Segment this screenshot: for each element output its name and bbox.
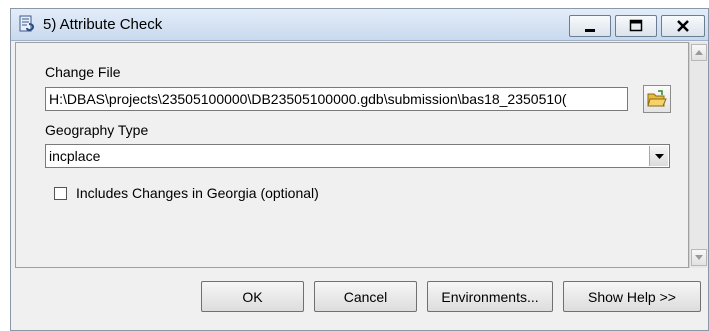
geography-type-select[interactable]: incplace [45,144,670,168]
browse-folder-button[interactable] [643,85,671,113]
environments-button[interactable]: Environments... [427,281,553,312]
dropdown-button[interactable] [649,146,668,166]
chevron-down-icon [654,153,664,159]
attribute-check-dialog: 5) Attribute Check Change File H:\DBAS\p… [10,8,709,331]
vertical-scrollbar[interactable] [689,42,708,268]
close-button[interactable] [661,15,705,37]
show-help-button[interactable]: Show Help >> [563,281,701,312]
scroll-down-button[interactable] [691,249,707,266]
script-tool-icon [19,15,34,32]
scroll-up-icon [695,50,703,55]
ok-button[interactable]: OK [201,281,304,312]
minimize-button[interactable] [569,15,611,37]
georgia-checkbox[interactable] [54,187,67,200]
parameters-panel: Change File H:\DBAS\projects\23505100000… [15,42,689,268]
geography-type-label: Geography Type [45,122,149,138]
change-file-label: Change File [45,64,121,80]
scroll-down-icon [695,255,703,260]
change-file-input[interactable]: H:\DBAS\projects\23505100000\DB235051000… [45,87,628,111]
close-icon [677,20,689,32]
scroll-up-button[interactable] [691,44,707,61]
minimize-icon [585,29,595,32]
maximize-icon [629,19,643,32]
window-title: 5) Attribute Check [43,16,163,33]
title-bar[interactable]: 5) Attribute Check [11,9,708,41]
open-folder-icon [647,90,667,107]
button-bar: OK Cancel Environments... Show Help >> [11,269,708,330]
geography-type-value: incplace [49,148,101,164]
maximize-button[interactable] [615,15,657,37]
georgia-checkbox-label: Includes Changes in Georgia (optional) [76,185,319,201]
cancel-button[interactable]: Cancel [314,281,417,312]
